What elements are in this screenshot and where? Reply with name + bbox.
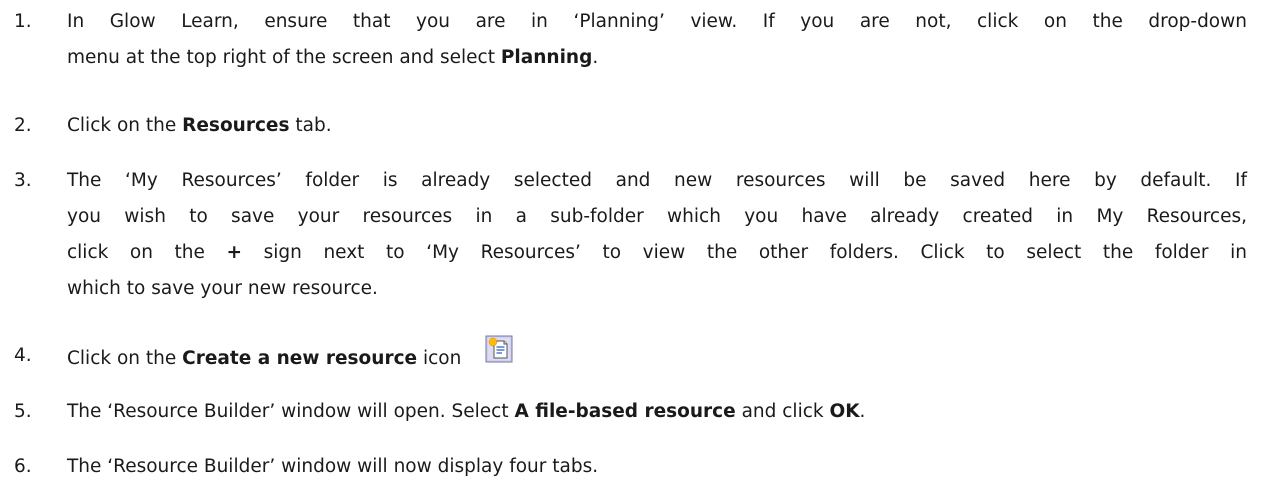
step-number: 2. [14, 115, 32, 136]
step-text: The ‘Resource Builder’ window will now d… [67, 449, 1247, 485]
text-line: The ‘Resource Builder’ window will now d… [67, 456, 598, 477]
text-segment: click on the [67, 242, 227, 263]
text-line: Click on the Create a new resource icon [67, 335, 513, 369]
text-segment: sign next to ‘My Resources’ to view the … [242, 242, 1247, 263]
text-segment: Click on the [67, 347, 183, 369]
text-segment: tab. [289, 115, 332, 136]
text-segment: which to save your new resource. [67, 278, 378, 299]
bold-term: + [226, 242, 243, 263]
text-line: which to save your new resource. [67, 271, 1247, 307]
step-number: 6. [14, 456, 32, 477]
text-segment: you wish to save your resources in a sub… [67, 206, 1247, 227]
text-segment: . [592, 47, 599, 68]
bold-term: Planning [500, 47, 593, 68]
text-segment: . [859, 401, 866, 422]
text-segment: The ‘Resource Builder’ window will now d… [67, 456, 599, 477]
text-line: click on the + sign next to ‘My Resource… [67, 235, 1247, 271]
text-segment: Click on the [67, 115, 183, 136]
step-text: Click on the Create a new resource icon [67, 335, 1247, 379]
step-text: In Glow Learn, ensure that you are in ‘P… [67, 4, 1247, 76]
step-number: 3. [14, 170, 32, 191]
step-text: The ‘My Resources’ folder is already sel… [67, 163, 1247, 307]
text-line: menu at the top right of the screen and … [67, 40, 1247, 76]
bold-term: A file-based resource [514, 401, 736, 422]
instruction-list: 1. In Glow Learn, ensure that you are in… [0, 0, 1270, 494]
text-segment: The ‘My Resources’ folder is already sel… [67, 170, 1247, 191]
text-segment: icon [417, 347, 462, 369]
step-number: 4. [14, 345, 32, 366]
text-segment: The ‘Resource Builder’ window will open.… [67, 401, 515, 422]
step-text: The ‘Resource Builder’ window will open.… [67, 394, 1247, 430]
text-line: The ‘Resource Builder’ window will open.… [67, 401, 865, 422]
text-segment: menu at the top right of the screen and … [67, 47, 501, 68]
create-new-resource-icon[interactable] [485, 335, 513, 376]
step-number: 1. [14, 11, 32, 32]
text-segment: In Glow Learn, ensure that you are in ‘P… [67, 11, 1247, 32]
text-line: Click on the Resources tab. [67, 115, 332, 136]
text-segment: and click [735, 401, 830, 422]
text-line: The ‘My Resources’ folder is already sel… [67, 163, 1247, 199]
bold-term: Resources [182, 115, 290, 136]
bold-term: Create a new resource [182, 347, 418, 369]
step-number: 5. [14, 401, 32, 422]
bold-term: OK [829, 401, 860, 422]
step-text: Click on the Resources tab. [67, 108, 1247, 144]
text-line: you wish to save your resources in a sub… [67, 199, 1247, 235]
text-line: In Glow Learn, ensure that you are in ‘P… [67, 4, 1247, 40]
